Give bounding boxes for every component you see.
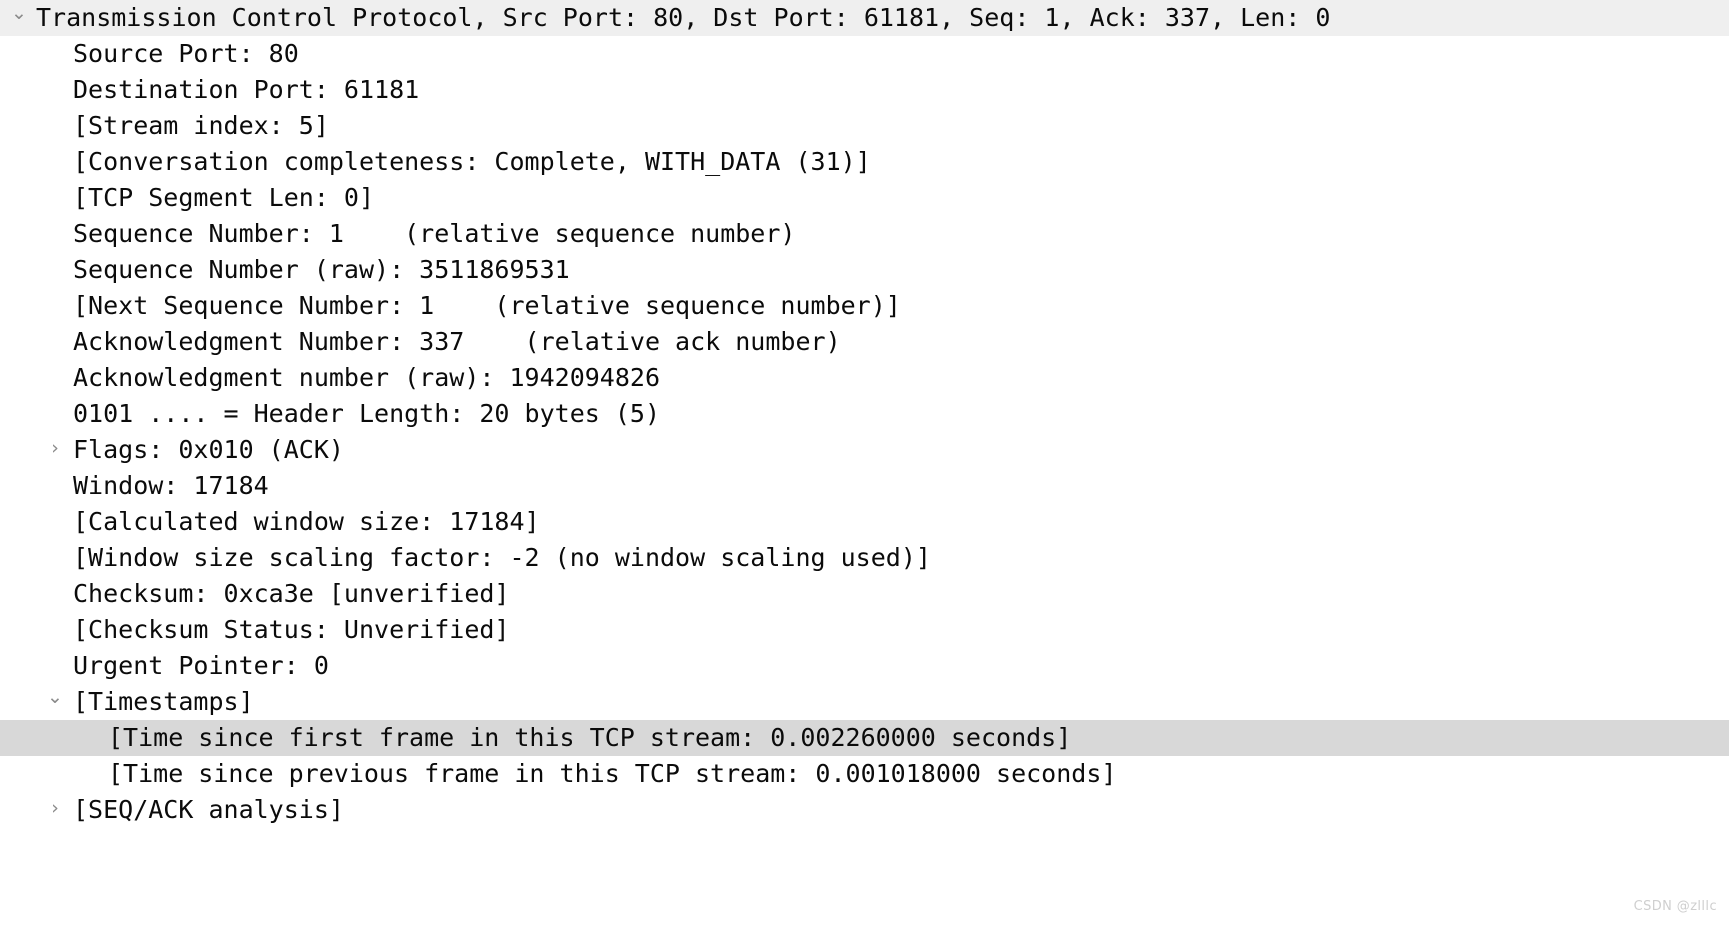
csdn-watermark: CSDN @zlllc [1633,899,1717,914]
field-timestamps-group[interactable]: [Timestamps] [0,684,1729,720]
field-next-sequence-number[interactable]: [Next Sequence Number: 1 (relative seque… [0,288,1729,324]
field-sequence-number-raw[interactable]: Sequence Number (raw): 3511869531 [0,252,1729,288]
tcp-protocol-root[interactable]: Transmission Control Protocol, Src Port:… [0,0,1729,36]
tree-row-label: [Time since previous frame in this TCP s… [108,759,1117,788]
tree-row-label: Sequence Number (raw): 3511869531 [73,255,570,284]
tree-row-label: Acknowledgment Number: 337 (relative ack… [73,327,841,356]
tree-row-label: [Checksum Status: Unverified] [73,615,510,644]
chevron-down-icon[interactable] [36,684,74,720]
tree-row-label: 0101 .... = Header Length: 20 bytes (5) [73,399,660,428]
tree-row-label: [Conversation completeness: Complete, WI… [73,147,871,176]
field-checksum[interactable]: Checksum: 0xca3e [unverified] [0,576,1729,612]
tree-row-label: [Time since first frame in this TCP stre… [108,723,1072,752]
tree-row-label: [Calculated window size: 17184] [73,507,540,536]
field-checksum-status[interactable]: [Checksum Status: Unverified] [0,612,1729,648]
chevron-right-icon[interactable] [36,792,74,828]
field-window-size-scaling-factor[interactable]: [Window size scaling factor: -2 (no wind… [0,540,1729,576]
field-conversation-completeness[interactable]: [Conversation completeness: Complete, WI… [0,144,1729,180]
field-flags[interactable]: Flags: 0x010 (ACK) [0,432,1729,468]
field-calculated-window-size[interactable]: [Calculated window size: 17184] [0,504,1729,540]
field-tcp-segment-len[interactable]: [TCP Segment Len: 0] [0,180,1729,216]
tree-row-label: Checksum: 0xca3e [unverified] [73,579,510,608]
tree-row-label: Transmission Control Protocol, Src Port:… [36,3,1331,32]
chevron-down-icon[interactable] [0,0,38,36]
field-acknowledgment-number[interactable]: Acknowledgment Number: 337 (relative ack… [0,324,1729,360]
field-time-since-previous-frame[interactable]: [Time since previous frame in this TCP s… [0,756,1729,792]
field-sequence-number[interactable]: Sequence Number: 1 (relative sequence nu… [0,216,1729,252]
chevron-right-icon[interactable] [36,432,74,468]
field-source-port[interactable]: Source Port: 80 [0,36,1729,72]
field-time-since-first-frame[interactable]: [Time since first frame in this TCP stre… [0,720,1729,756]
field-acknowledgment-number-raw[interactable]: Acknowledgment number (raw): 1942094826 [0,360,1729,396]
field-window[interactable]: Window: 17184 [0,468,1729,504]
field-destination-port[interactable]: Destination Port: 61181 [0,72,1729,108]
tree-row-label: [Next Sequence Number: 1 (relative seque… [73,291,901,320]
tree-row-label: [Window size scaling factor: -2 (no wind… [73,543,931,572]
field-seq-ack-analysis[interactable]: [SEQ/ACK analysis] [0,792,1729,828]
tree-row-label: Sequence Number: 1 (relative sequence nu… [73,219,796,248]
tree-row-label: Acknowledgment number (raw): 1942094826 [73,363,660,392]
field-stream-index[interactable]: [Stream index: 5] [0,108,1729,144]
packet-details-tree[interactable]: Transmission Control Protocol, Src Port:… [0,0,1729,931]
field-header-length[interactable]: 0101 .... = Header Length: 20 bytes (5) [0,396,1729,432]
field-urgent-pointer[interactable]: Urgent Pointer: 0 [0,648,1729,684]
